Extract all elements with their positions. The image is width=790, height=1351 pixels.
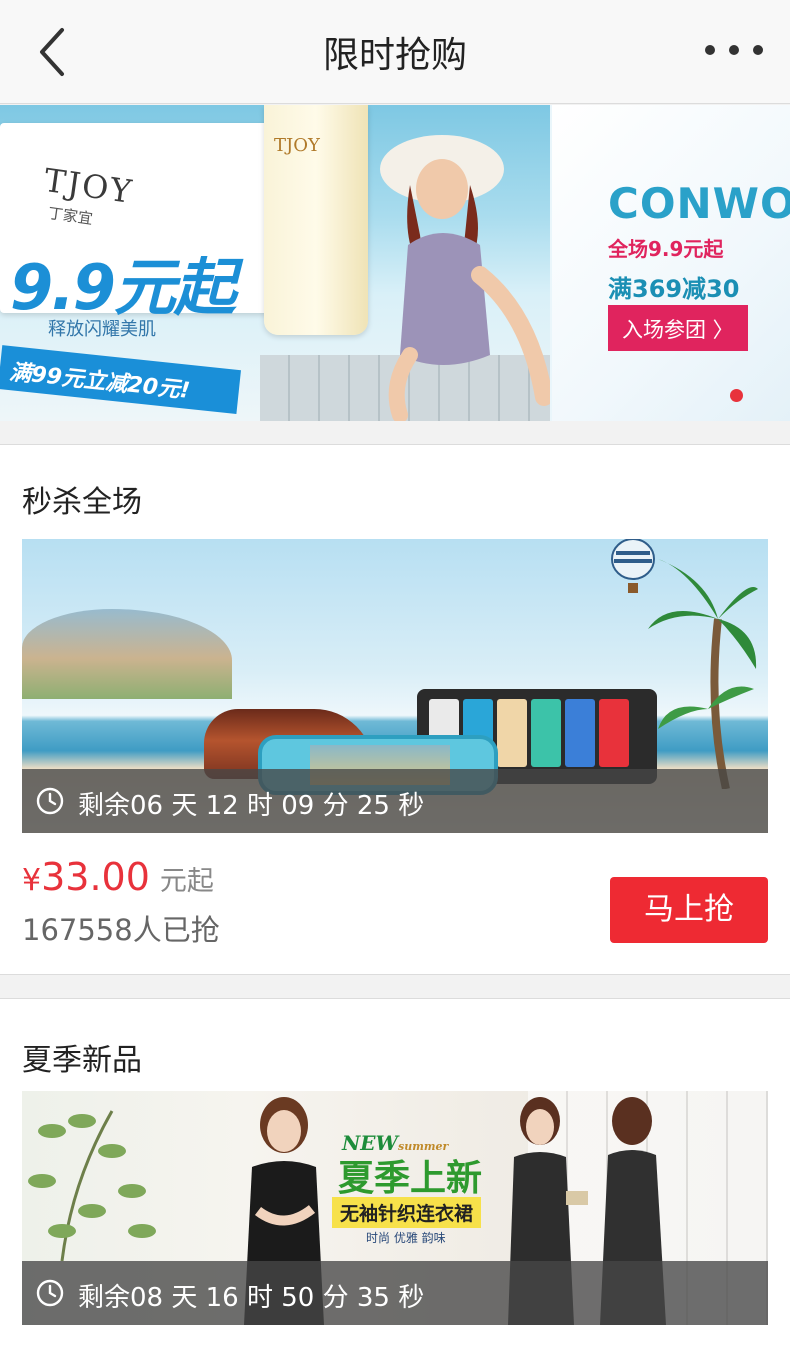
plant-image [28, 1110, 156, 1261]
palm-tree-image [648, 559, 758, 789]
banner-tagline: 时尚 优雅 韵味 [366, 1231, 446, 1245]
price-currency: ¥ [22, 863, 42, 898]
conwo-brand: CONWO [608, 179, 790, 228]
countdown-text: 剩余08 天 16 时 50 分 35 秒 [78, 1283, 425, 1313]
summer-dress-banner[interactable]: NEWsummer 夏季上新 无袖针织连衣裙 时尚 优雅 韵味 剩余08 天 1… [22, 1091, 768, 1325]
price-suffix: 元起 [159, 866, 214, 897]
summer-new-section: 夏季新品 NEWsummer 夏季上新 无袖针织连衣裙 时尚 优雅 韵味 剩余0… [0, 998, 790, 1351]
promo-headline: 9.9元起 [10, 251, 236, 324]
banner-slide-conwo[interactable]: CONWO 全场9.9元起 满369减30 入场参团 〉 [552, 105, 790, 421]
countdown-bar: 剩余08 天 16 时 50 分 35 秒 [22, 1261, 768, 1325]
section-title: 秒杀全场 [22, 485, 142, 520]
clock-icon [36, 1279, 64, 1307]
clock-icon [36, 787, 64, 815]
countdown-text: 剩余06 天 12 时 09 分 25 秒 [78, 791, 425, 821]
top-nav-bar: 限时抢购 [0, 0, 790, 104]
chevron-left-icon [40, 28, 64, 76]
conwo-offer-line-1: 全场9.9元起 [608, 237, 724, 261]
more-button[interactable] [700, 30, 770, 70]
car-electronics-banner[interactable]: 剩余06 天 12 时 09 分 25 秒 [22, 539, 768, 833]
price: ¥33.00 元起 [22, 855, 214, 899]
countdown-bar: 剩余06 天 12 时 09 分 25 秒 [22, 769, 768, 833]
brand-subtitle: 丁家宜 [46, 203, 94, 229]
promo-slogan: 释放闪耀美肌 [48, 319, 156, 340]
banner-slide-tjoy[interactable]: TJOY 丁家宜 TJOY 9.9元起 释放闪耀美肌 满99元立减20元! [0, 105, 550, 421]
banner-subtitle: 无袖针织连衣裙 [332, 1197, 482, 1228]
promo-carousel[interactable]: TJOY 丁家宜 TJOY 9.9元起 释放闪耀美肌 满99元立减20元! CO… [0, 105, 790, 421]
page-title: 限时抢购 [322, 35, 467, 76]
model-image [380, 135, 550, 421]
grab-now-button[interactable]: 马上抢 [610, 877, 768, 943]
tube-brand: TJOY [274, 135, 320, 156]
conwo-offer-line-2: 满369减30 [608, 275, 740, 303]
more-horizontal-icon [705, 45, 763, 55]
join-group-button[interactable]: 入场参团 〉 [608, 305, 748, 351]
flash-sale-section: 秒杀全场 剩余06 天 12 时 09 分 25 秒 ¥33.00 元起 167… [0, 444, 790, 975]
section-title: 夏季新品 [22, 1043, 142, 1078]
promo-ribbon: 满99元立减20元! [0, 345, 241, 414]
banner-title: 夏季上新 [338, 1158, 483, 1199]
carousel-indicator-dot[interactable] [730, 389, 743, 402]
price-value: 33.00 [41, 855, 150, 899]
back-button[interactable] [26, 22, 82, 82]
grabbed-count: 167558人已抢 [22, 913, 220, 947]
